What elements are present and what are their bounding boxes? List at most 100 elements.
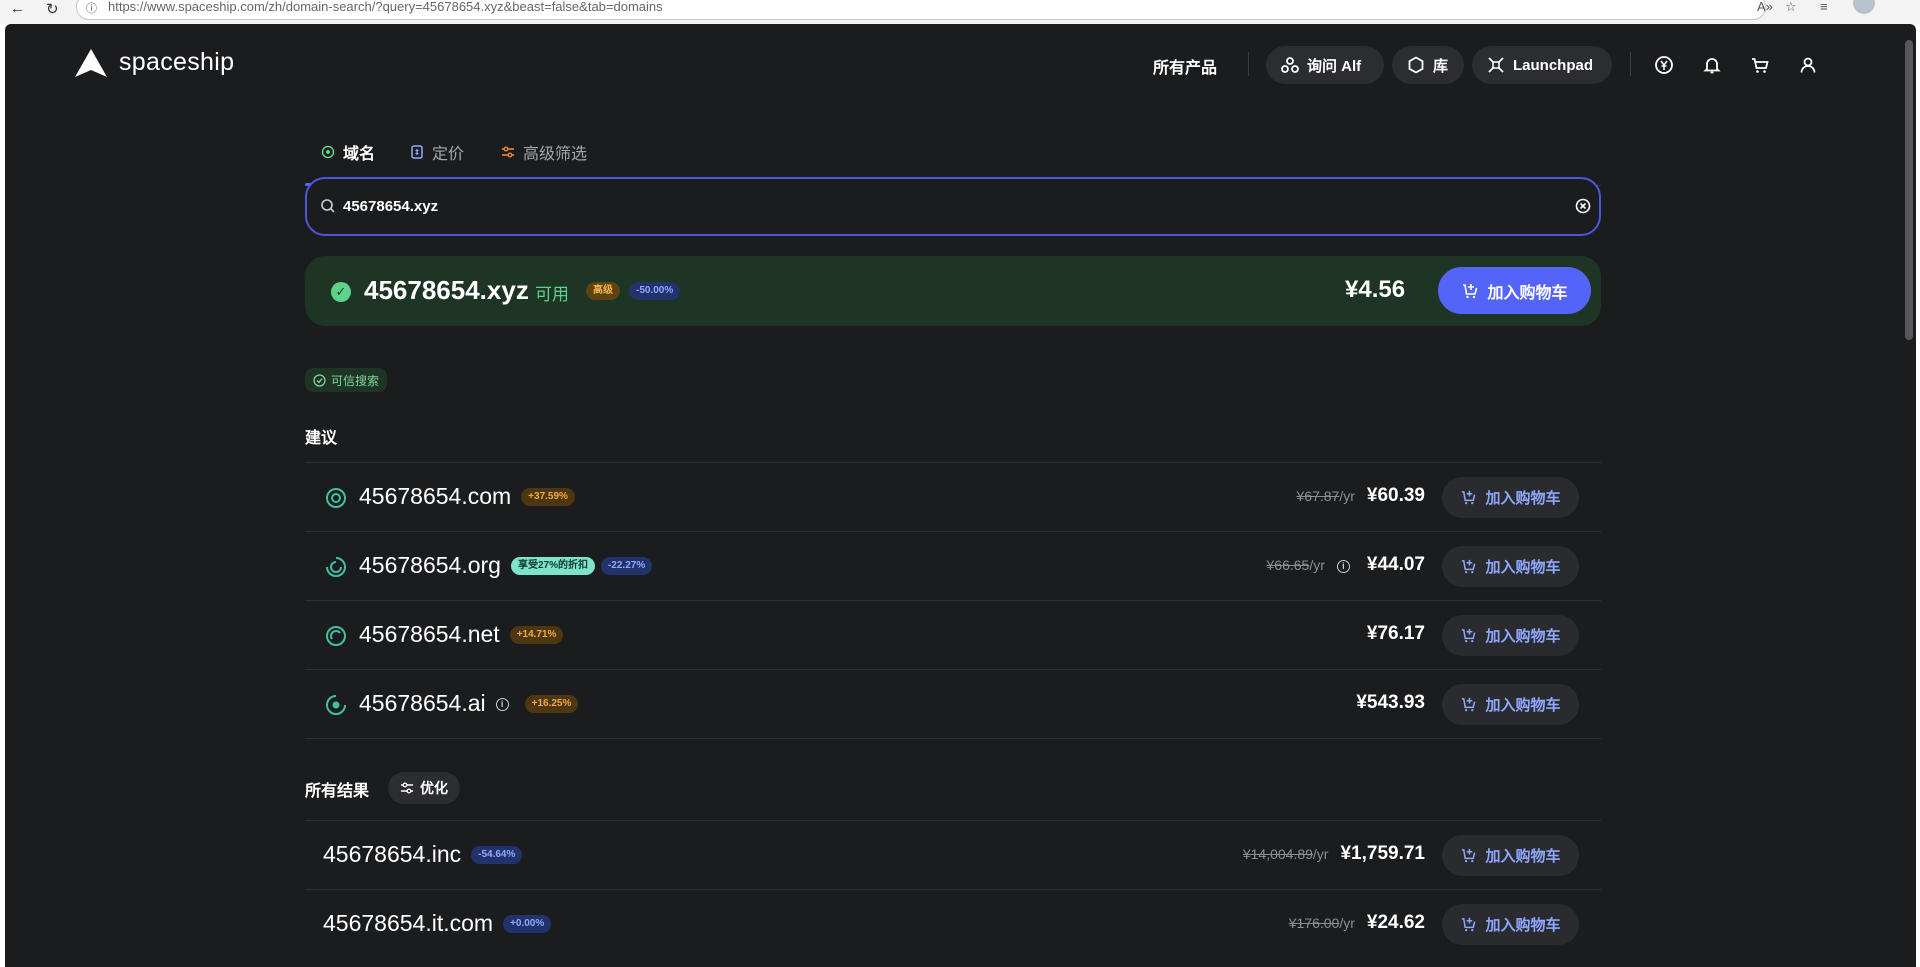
rocket-logo-icon	[75, 48, 107, 77]
premium-badge: 高级	[586, 282, 620, 300]
domain-name[interactable]: 45678654.ai	[359, 690, 486, 717]
trusted-search-label: 可信搜索	[331, 373, 380, 388]
ask-alf-button[interactable]: 询问 Alf	[1266, 46, 1384, 84]
launchpad-button[interactable]: Launchpad	[1472, 46, 1612, 84]
add-to-cart-label: 加入购物车	[1485, 559, 1561, 576]
check-circle-icon	[313, 373, 326, 387]
logo-text: spaceship	[119, 48, 235, 76]
add-to-cart-button[interactable]: 加入购物车	[1442, 684, 1579, 725]
currency-icon[interactable]	[1653, 54, 1675, 76]
price-change-badge: +14.71%	[509, 626, 564, 644]
clear-search-icon[interactable]	[1574, 197, 1592, 215]
domain-name[interactable]: 45678654.inc	[323, 841, 461, 868]
add-to-cart-button[interactable]: 加入购物车	[1442, 546, 1579, 587]
dot-org-icon	[325, 556, 347, 583]
optimize-button[interactable]: 优化	[388, 772, 460, 804]
add-to-cart-icon	[1460, 916, 1477, 933]
exact-match-result: ✓ 45678654.xyz 可用 高级 -50.00% ¥4.56 加入购物车	[305, 256, 1601, 326]
launchpad-label: Launchpad	[1513, 56, 1594, 74]
suggestion-row: 45678654.net +14.71% ¥76.17 加入购物车	[305, 600, 1601, 669]
domain-price: ¥60.39	[1366, 485, 1425, 506]
site-info-icon[interactable]: ⓘ	[86, 0, 97, 16]
add-to-cart-icon	[1460, 489, 1477, 506]
badge-group: -54.64%	[471, 846, 523, 864]
add-to-cart-button[interactable]: 加入购物车	[1442, 904, 1579, 945]
availability-status: 可用	[535, 285, 569, 304]
library-button[interactable]: 库	[1392, 46, 1464, 84]
suggestion-row: 45678654.org 享受27%的折扣 -22.27% ¥44.07 i ¥66.65…	[305, 531, 1601, 600]
domain-search-input[interactable]	[343, 192, 1523, 220]
info-icon[interactable]: i	[495, 697, 509, 711]
price-change-badge: +0.00%	[503, 915, 552, 933]
original-price: ¥66.65/yr	[1267, 557, 1325, 573]
add-to-cart-label: 加入购物车	[1485, 628, 1561, 645]
domain-name[interactable]: 45678654.net	[359, 621, 500, 648]
domain-price: ¥76.17	[1366, 623, 1425, 644]
add-to-cart-label: 加入购物车	[1485, 697, 1561, 714]
all-results-heading: 所有结果	[305, 783, 370, 800]
price-tag-icon	[411, 145, 423, 159]
reload-icon[interactable]: ↻	[46, 0, 59, 18]
domain-name[interactable]: 45678654.org	[359, 552, 501, 579]
spaceship-logo[interactable]: spaceship	[75, 48, 234, 77]
price-change-badge: 享受27%的折扣	[510, 557, 595, 575]
trusted-search-badge[interactable]: 可信搜索	[305, 368, 388, 392]
domain-name[interactable]: 45678654.com	[359, 483, 511, 510]
favorites-list-icon[interactable]: ≡	[1820, 0, 1828, 14]
discount-badge: -50.00%	[629, 282, 681, 300]
domain-search-box	[305, 177, 1601, 236]
favorite-star-icon[interactable]: ☆	[1785, 0, 1797, 15]
browser-toolbar: ← ↻ ⓘ https://www.spaceship.com/zh/domai…	[0, 0, 1920, 24]
header-divider	[1630, 52, 1631, 76]
tab-domains-label: 域名	[343, 146, 376, 163]
tab-pricing-label: 定价	[432, 146, 465, 163]
original-price: ¥14,004.89/yr	[1243, 846, 1329, 862]
domain-name[interactable]: 45678654.it.com	[323, 910, 493, 937]
add-to-cart-button[interactable]: 加入购物车	[1438, 267, 1591, 314]
original-price-value: ¥67.87	[1296, 488, 1340, 504]
add-to-cart-label: 加入购物车	[1485, 848, 1561, 865]
shopping-cart-icon[interactable]	[1749, 54, 1771, 76]
price-change-badge: -54.64%	[471, 846, 523, 864]
add-to-cart-icon	[1460, 627, 1477, 644]
add-to-cart-button[interactable]: 加入购物车	[1442, 615, 1579, 656]
result-row: 45678654.inc -54.64% ¥1,759.71 ¥14,004.89/y…	[305, 820, 1601, 889]
tab-advanced-filter[interactable]: 高级筛选	[501, 140, 587, 164]
add-to-cart-button[interactable]: 加入购物车	[1442, 835, 1579, 876]
hexagon-icon	[1408, 56, 1424, 74]
read-aloud-icon[interactable]: A»	[1757, 0, 1773, 14]
add-to-cart-button[interactable]: 加入购物车	[1442, 477, 1579, 518]
address-bar-text[interactable]: https://www.spaceship.com/zh/domain-sear…	[108, 0, 663, 14]
original-price-value: ¥66.65	[1266, 557, 1310, 573]
browser-profile-avatar[interactable]	[1853, 0, 1875, 14]
price-period: /yr	[1309, 557, 1325, 573]
tab-pricing[interactable]: 定价	[410, 140, 464, 164]
user-account-icon[interactable]	[1797, 54, 1819, 76]
exact-match-price: ¥4.56	[1345, 276, 1406, 303]
filter-sliders-icon	[502, 146, 514, 158]
tab-domains[interactable]: 域名	[321, 140, 375, 164]
exact-match-domain: 45678654.xyz	[364, 275, 529, 305]
available-check-icon: ✓	[331, 282, 351, 302]
price-info-icon[interactable]: i	[1336, 560, 1350, 573]
dot-com-icon	[325, 487, 347, 514]
header-divider	[1248, 52, 1249, 76]
suggestions-heading: 建议	[305, 430, 338, 447]
search-icon	[321, 199, 335, 213]
alf-icon	[1281, 57, 1299, 73]
add-to-cart-icon	[1463, 283, 1478, 298]
add-to-cart-icon	[1460, 558, 1477, 575]
price-change-badge: +16.25%	[524, 695, 579, 713]
optimize-label: 优化	[420, 780, 448, 796]
back-arrow-icon[interactable]: ←	[10, 0, 25, 17]
notification-bell-icon[interactable]	[1701, 54, 1723, 76]
all-products-link[interactable]: 所有产品	[1153, 54, 1217, 78]
badge-group: +37.59%	[521, 488, 575, 506]
domain-price: ¥1,759.71	[1340, 843, 1425, 864]
price-period: /yr	[1339, 488, 1355, 504]
page-scrollbar[interactable]	[1905, 40, 1913, 340]
badge-group: +14.71%	[509, 626, 564, 644]
launchpad-icon	[1488, 57, 1504, 73]
tab-advanced-filter-label: 高级筛选	[523, 146, 588, 163]
badge-group: 享受27%的折扣 -22.27%	[510, 557, 653, 575]
